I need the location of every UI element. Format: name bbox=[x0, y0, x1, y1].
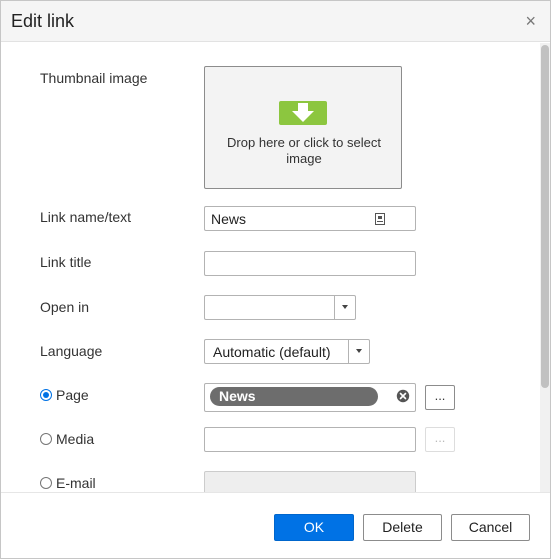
media-radio-label: Media bbox=[56, 431, 95, 447]
dialog-header: Edit link × bbox=[1, 1, 550, 42]
dialog-footer: OK Delete Cancel bbox=[1, 492, 550, 558]
media-radio-row[interactable]: Media bbox=[40, 431, 94, 447]
upload-arrow-icon bbox=[279, 101, 327, 125]
thumbnail-label: Thumbnail image bbox=[40, 70, 148, 86]
cancel-button[interactable]: Cancel bbox=[451, 514, 530, 541]
language-value: Automatic (default) bbox=[213, 344, 331, 360]
link-name-value: News bbox=[211, 211, 247, 227]
open-in-label: Open in bbox=[40, 299, 90, 315]
clear-circle-icon[interactable] bbox=[396, 389, 410, 403]
scrollbar-thumb[interactable] bbox=[541, 45, 549, 388]
dropzone-text: Drop here or click to select image bbox=[227, 135, 381, 166]
link-title-input[interactable] bbox=[204, 251, 416, 276]
chevron-down-icon[interactable] bbox=[334, 296, 355, 319]
page-radio-label: Page bbox=[56, 387, 89, 403]
email-radio-row[interactable]: E-mail bbox=[40, 475, 96, 491]
link-title-label: Link title bbox=[40, 254, 92, 270]
open-in-select[interactable] bbox=[204, 295, 356, 320]
email-input[interactable] bbox=[204, 471, 416, 492]
link-name-input[interactable]: News bbox=[204, 206, 416, 231]
delete-button[interactable]: Delete bbox=[363, 514, 442, 541]
page-browse-button[interactable]: ... bbox=[425, 385, 455, 410]
chevron-down-icon[interactable] bbox=[348, 340, 369, 363]
thumbnail-dropzone[interactable]: Drop here or click to select image bbox=[204, 66, 402, 189]
media-radio[interactable] bbox=[40, 433, 52, 445]
link-name-label: Link name/text bbox=[40, 209, 132, 225]
page-selector[interactable]: News bbox=[204, 383, 416, 412]
language-select[interactable]: Automatic (default) bbox=[204, 339, 370, 364]
language-label: Language bbox=[40, 343, 103, 359]
selected-page-chip: News bbox=[210, 387, 378, 406]
page-radio[interactable] bbox=[40, 389, 52, 401]
media-browse-button[interactable]: ... bbox=[425, 427, 455, 452]
edit-link-dialog: Edit link × Thumbnail image Drop here or… bbox=[0, 0, 551, 559]
scrollbar[interactable] bbox=[540, 43, 550, 492]
email-radio[interactable] bbox=[40, 477, 52, 489]
ok-button[interactable]: OK bbox=[274, 514, 354, 541]
dialog-body: Thumbnail image Drop here or click to se… bbox=[1, 43, 540, 492]
close-icon[interactable]: × bbox=[525, 11, 536, 31]
email-radio-label: E-mail bbox=[56, 475, 96, 491]
page-radio-row[interactable]: Page bbox=[40, 387, 89, 403]
dialog-title: Edit link bbox=[11, 11, 75, 31]
media-input[interactable] bbox=[204, 427, 416, 452]
lock-icon bbox=[375, 212, 385, 225]
